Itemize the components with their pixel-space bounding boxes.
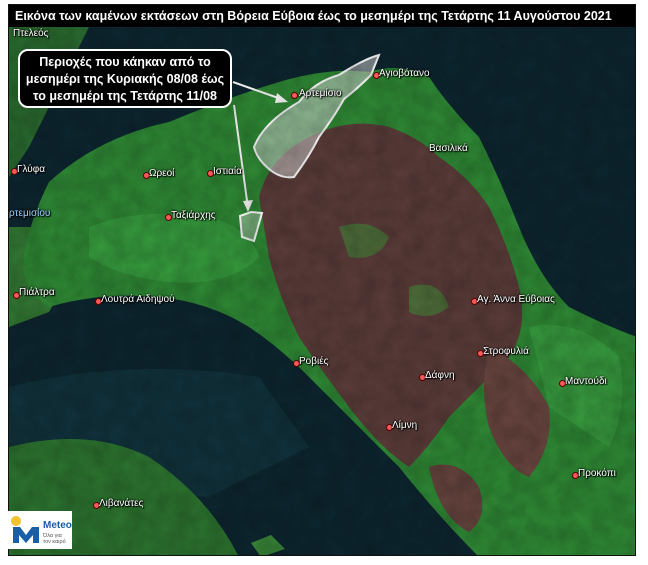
logo-tagline-line: τον καιρό <box>43 539 66 545</box>
place-label-rovies: Ροβιές <box>299 356 329 367</box>
logo-tagline: Όλα για τον καιρό <box>43 533 66 545</box>
logo-brand: Meteo <box>43 520 72 531</box>
place-label-agia-anna: Αγ. Άννα Εύβοιας <box>477 294 555 305</box>
map-title: Εικόνα των καμένων εκτάσεων στη Βόρεια Ε… <box>9 5 635 27</box>
place-label-artemisiou-strait: ρτεμισίου <box>9 208 51 219</box>
place-label-taxiarchis: Ταξιάρχης <box>171 210 216 221</box>
place-label-glyfa: Γλύφα <box>17 164 46 175</box>
callout-line: μεσημέρι της Κυριακής 08/08 έως <box>25 72 225 86</box>
place-label-loutra-aidipsou: Λουτρά Αιδηψού <box>101 294 175 305</box>
place-label-strofylia: Στροφυλιά <box>483 346 529 357</box>
place-label-agiovotano: Αγιοβότανο <box>379 68 430 79</box>
callout-line: το μεσημέρι της Τετάρτης 11/08 <box>33 89 217 103</box>
place-label-vasilika: Βασιλικά <box>429 143 468 154</box>
place-label-livanates: Λιβανάτες <box>99 498 144 509</box>
place-label-mantoudi: Μαντούδι <box>565 376 607 387</box>
place-label-limni: Λίμνη <box>392 420 418 431</box>
place-label-prokopi: Προκόπι <box>578 468 616 479</box>
map-frame: Εικόνα των καμένων εκτάσεων στη Βόρεια Ε… <box>8 4 636 556</box>
callout-line: Περιοχές που κάηκαν από το <box>39 55 211 69</box>
place-label-oreoi: Ωρεοί <box>149 168 175 179</box>
meteo-logo-icon <box>11 516 39 543</box>
place-label-istiaia: Ιστιαία <box>213 166 242 177</box>
place-label-ptelos: Πτελεός <box>13 28 49 39</box>
place-label-dafni: Δάφνη <box>425 370 455 381</box>
place-marker-artemisio <box>291 92 298 99</box>
meteo-logo: Meteo Όλα για τον καιρό <box>8 511 72 549</box>
place-label-pilatra: Πιάλτρα <box>19 287 55 298</box>
burned-area-callout: Περιοχές που κάηκαν από το μεσημέρι της … <box>18 49 232 108</box>
place-label-artemisio: Αρτεμίσιο <box>299 88 342 99</box>
